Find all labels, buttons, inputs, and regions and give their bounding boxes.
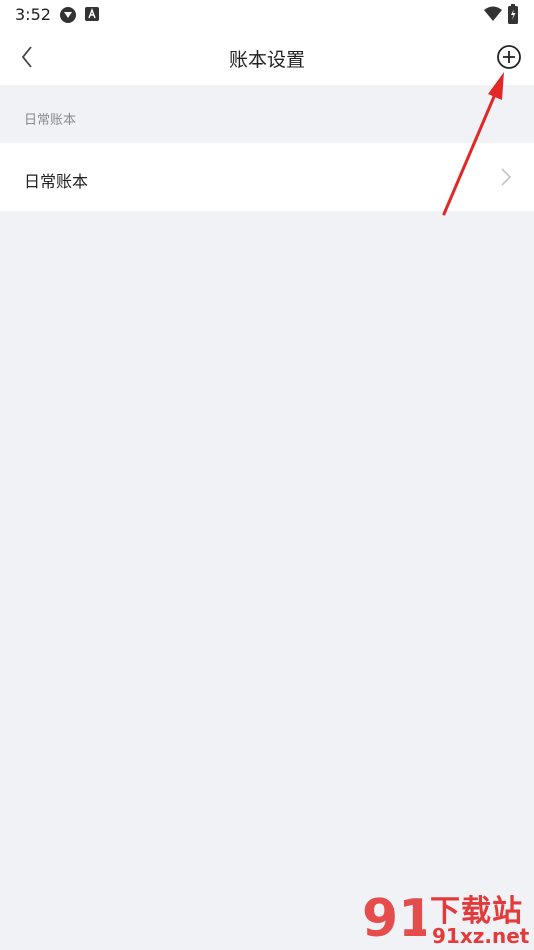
watermark: 91 下载站 91xz.net <box>360 886 532 948</box>
screen: 3:52 账本设置 日常账本 日常账本 91 下载站 91xz.net <box>0 0 534 950</box>
status-time: 3:52 <box>15 5 51 24</box>
list-item-label: 日常账本 <box>24 172 89 191</box>
app-notification-icon <box>85 7 99 21</box>
status-bar: 3:52 <box>0 0 534 30</box>
page-title: 账本设置 <box>228 49 305 71</box>
chevron-right-icon <box>501 168 512 186</box>
battery-charging-icon <box>508 4 518 24</box>
plus-circle-icon <box>497 45 521 69</box>
add-button[interactable] <box>494 42 524 72</box>
list-item-daily-ledger[interactable]: 日常账本 <box>0 143 534 211</box>
watermark-logo-icon: 91 <box>362 889 426 948</box>
svg-text:91: 91 <box>362 889 426 948</box>
watermark-site: 91xz.net <box>432 924 530 948</box>
wifi-icon <box>484 6 502 21</box>
section-header: 日常账本 <box>24 113 77 128</box>
vpn-shield-icon <box>60 7 76 23</box>
nav-bar: 账本设置 <box>0 30 534 85</box>
